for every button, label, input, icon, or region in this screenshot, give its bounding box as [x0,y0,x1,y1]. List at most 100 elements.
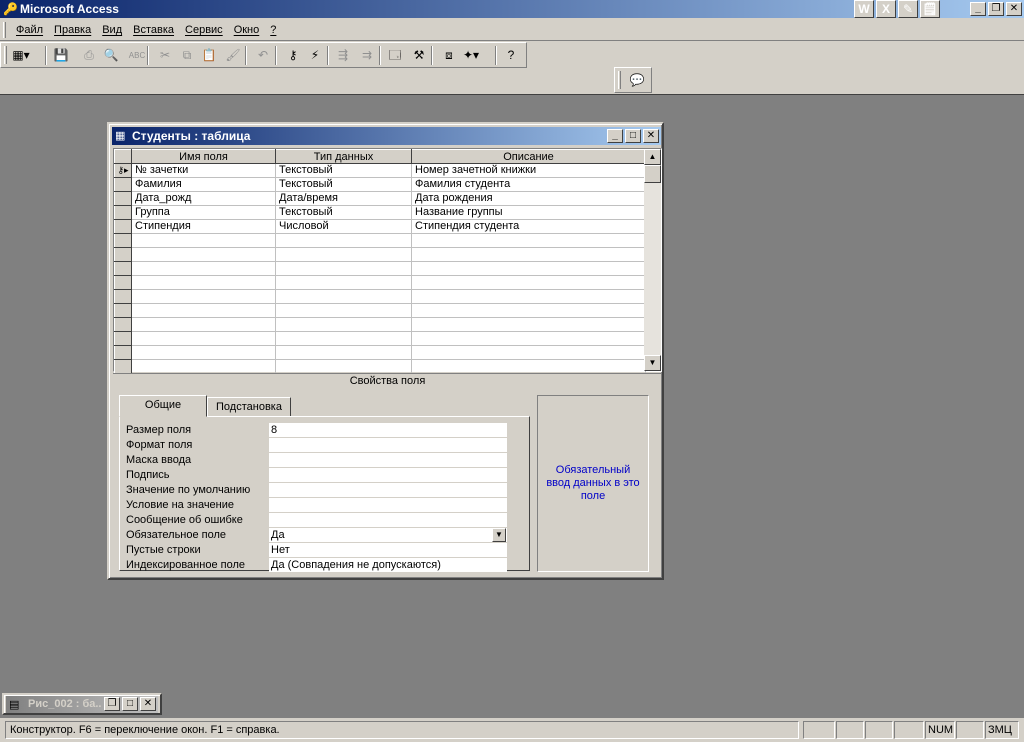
cell-desc[interactable]: Название группы [411,205,646,220]
tab-lookup[interactable]: Подстановка [207,397,291,417]
primary-key-button[interactable]: ⚷ [283,46,303,65]
chevron-down-icon[interactable]: ▼ [492,528,506,542]
table-row[interactable]: Фамилия Текстовый Фамилия студента [114,177,646,192]
build-button[interactable]: ⚒ [409,46,429,65]
min-restore-button[interactable]: ❐ [104,697,120,711]
row-selector[interactable] [114,261,132,276]
cell-type[interactable]: Текстовый [275,163,412,178]
menu-item[interactable]: ? [270,24,276,36]
new-object-button[interactable]: ✦▾ [461,46,481,65]
empty-cell[interactable] [411,233,646,248]
database-window-button[interactable]: ⧈ [439,46,459,65]
row-selector[interactable] [114,275,132,290]
delete-rows-button[interactable]: ⇉ [357,46,377,65]
row-selector[interactable] [114,191,132,206]
format-painter-button[interactable]: 🖌 [223,46,243,65]
row-selector[interactable] [114,345,132,360]
row-selector[interactable] [114,331,132,346]
empty-row[interactable] [114,331,646,346]
empty-cell[interactable] [131,261,276,276]
property-value-field[interactable] [269,453,507,468]
menu-item[interactable]: Вставка [133,24,174,36]
row-selector[interactable] [114,205,132,220]
menu-grip[interactable] [3,22,6,38]
row-selector[interactable] [114,303,132,318]
property-value-field[interactable] [269,468,507,483]
grid-scrollbar[interactable]: ▲ ▼ [644,149,661,371]
cell-type[interactable]: Числовой [275,219,412,234]
row-selector[interactable] [114,177,132,192]
cell-desc[interactable]: Дата рождения [411,191,646,206]
empty-row[interactable] [114,247,646,262]
table-row[interactable]: Дата_рожд Дата/время Дата рождения [114,191,646,206]
empty-cell[interactable] [131,317,276,332]
cell-type[interactable]: Текстовый [275,177,412,192]
cut-button[interactable]: ✂ [155,46,175,65]
table-row[interactable]: Стипендия Числовой Стипендия студента [114,219,646,234]
office-shortcut-icon[interactable]: ✎ [898,0,918,18]
row-selector[interactable] [114,359,132,374]
child-maximize-button[interactable]: □ [625,129,641,143]
empty-cell[interactable] [131,275,276,290]
empty-row[interactable] [114,233,646,248]
property-value-field[interactable] [269,498,507,513]
table-row[interactable]: Группа Текстовый Название группы [114,205,646,220]
property-value-field[interactable]: 8 [269,423,507,438]
min-maximize-button[interactable]: □ [122,697,138,711]
empty-cell[interactable] [411,261,646,276]
row-selector[interactable] [114,317,132,332]
minimize-button[interactable]: _ [970,2,986,16]
cell-type[interactable]: Текстовый [275,205,412,220]
toolbar-grip[interactable] [4,46,7,64]
cell-name[interactable]: № зачетки [131,163,276,178]
empty-cell[interactable] [131,303,276,318]
scroll-up-button[interactable]: ▲ [644,149,661,165]
cell-name[interactable]: Дата_рожд [131,191,276,206]
tab-general[interactable]: Общие [119,395,207,417]
empty-cell[interactable] [411,289,646,304]
close-button[interactable]: ✕ [1006,2,1022,16]
empty-cell[interactable] [411,345,646,360]
empty-cell[interactable] [275,303,412,318]
property-value-field[interactable] [269,438,507,453]
min-close-button[interactable]: ✕ [140,697,156,711]
restore-button[interactable]: ❐ [988,2,1004,16]
empty-cell[interactable] [411,359,646,374]
empty-cell[interactable] [275,247,412,262]
scroll-thumb[interactable] [644,165,661,183]
empty-row[interactable] [114,261,646,276]
minimized-window[interactable]: ▤ Рис_002 : ба... ❐ □ ✕ [2,693,162,715]
menu-item[interactable]: Файл [16,24,43,36]
help-button[interactable]: ? [501,46,521,65]
cell-type[interactable]: Дата/время [275,191,412,206]
empty-cell[interactable] [411,317,646,332]
property-value-field[interactable]: Да [269,528,507,543]
empty-cell[interactable] [411,331,646,346]
cell-name[interactable]: Группа [131,205,276,220]
empty-row[interactable] [114,275,646,290]
row-selector[interactable] [114,233,132,248]
property-value-field[interactable] [269,483,507,498]
cell-desc[interactable]: Номер зачетной книжки [411,163,646,178]
scroll-down-button[interactable]: ▼ [644,355,661,371]
empty-cell[interactable] [131,247,276,262]
row-selector[interactable] [114,247,132,262]
save-button[interactable]: 💾 [51,46,71,65]
table-window-title-bar[interactable]: ▦ Студенты : таблица _ □ ✕ [112,127,661,145]
empty-cell[interactable] [275,345,412,360]
insert-rows-button[interactable]: ⇶ [333,46,353,65]
cell-desc[interactable]: Фамилия студента [411,177,646,192]
print-preview-button[interactable]: 🔍 [101,46,121,65]
cell-name[interactable]: Стипендия [131,219,276,234]
empty-cell[interactable] [411,247,646,262]
cell-name[interactable]: Фамилия [131,177,276,192]
office-shortcut-icon[interactable]: W [854,0,874,18]
menu-item[interactable]: Сервис [185,24,223,36]
property-value-field[interactable]: Нет [269,543,507,558]
empty-cell[interactable] [411,303,646,318]
empty-cell[interactable] [275,317,412,332]
empty-cell[interactable] [275,289,412,304]
property-value-field[interactable] [269,513,507,528]
empty-cell[interactable] [131,289,276,304]
row-selector[interactable] [114,289,132,304]
